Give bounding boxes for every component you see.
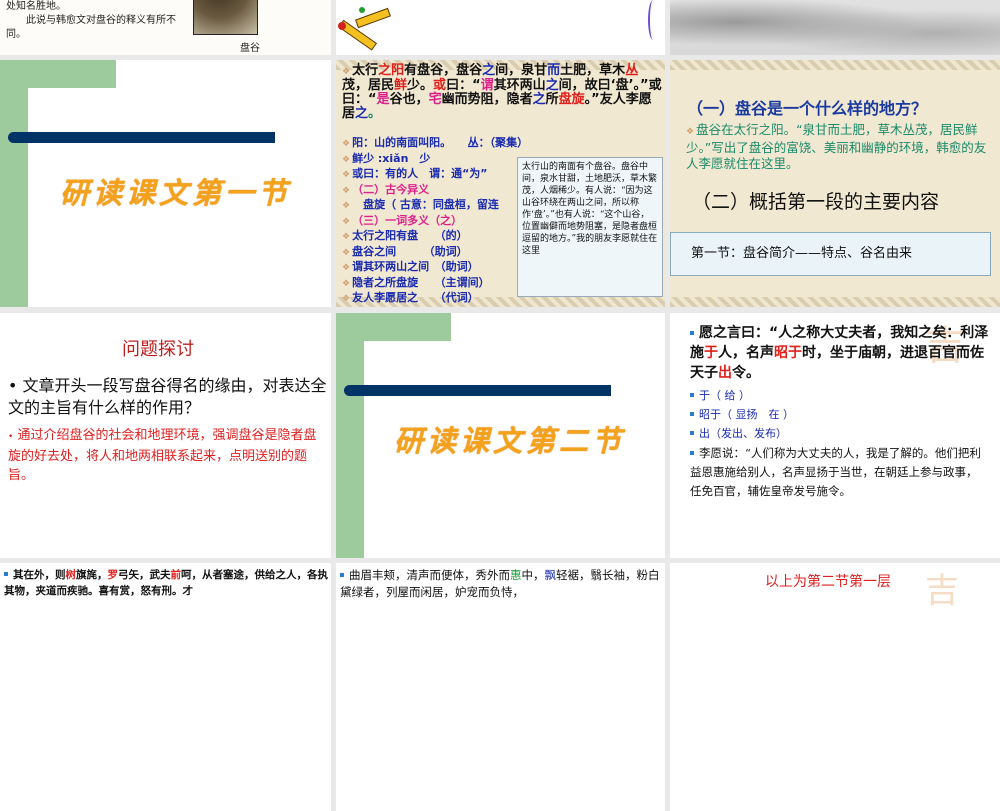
image-caption: 盘谷 <box>240 43 260 54</box>
note-item: 昭于（ 显扬 在 ） <box>699 408 794 421</box>
slide-thumbnail-1[interactable]: 处知名胜地。 此说与韩愈文对盘谷的释义有所不同。 盘谷 <box>0 0 331 55</box>
question-2: （二）概括第一段的主要内容 <box>692 191 940 213</box>
note-item: 出（发出、发布） <box>699 427 787 440</box>
slide-thumbnail-7[interactable]: 问题探讨 • 文章开头一段写盘谷得名的缘由，对表达全文的主旨有什么样的作用？ •… <box>0 313 331 558</box>
slide-thumbnail-2[interactable] <box>336 0 665 55</box>
slide-title: 问题探讨 <box>122 339 194 360</box>
slide-thumbnail-11[interactable]: 曲眉丰颊，清声而便体，秀外而惠中，飘轻裾，翳长袖，粉白黛绿者，列屋而闲居，妒宠而… <box>336 563 665 811</box>
summary-box: 第一节：盘谷简介——特点、谷名由来 <box>670 232 991 276</box>
question-text: 文章开头一段写盘谷得名的缘由，对表达全文的主旨有什么样的作用？ <box>8 376 327 417</box>
misty-landscape-image <box>670 0 1000 55</box>
question-1: （一）盘谷是一个什么样的地方？ <box>687 99 928 118</box>
slide-title: 以上为第二节第一层 <box>765 574 891 590</box>
crayons-icon <box>336 0 396 55</box>
slide-thumbnail-6[interactable]: （一）盘谷是一个什么样的地方？ ❖ 盘谷在太行之阳。“泉甘而土肥，草木丛茂，居民鲜… <box>670 60 1000 307</box>
answer-text: 通过介绍盘谷的社会和地理环境，强调盘谷是隐者盘旋的好去处，将人和地两相联系起来，… <box>8 428 317 483</box>
notes-list: ❖ 阳：山的南面叫阳。 丛：（聚集） ❖ 鲜少 :xiǎn 少 ❖ 或曰：有的人 谓：… <box>342 136 529 304</box>
slide-thumbnail-3[interactable] <box>670 0 1000 55</box>
slide-thumbnail-10[interactable]: 其在外，则树旗旄，罗弓矢，武夫前呵，从者塞途，供给之人，各执其物，夹道而疾驰。喜… <box>0 563 331 811</box>
slide-thumbnail-9[interactable]: 吉 愿之言曰：“人之称大丈夫者，我知之矣：利泽施于人，名声昭于时，坐于庙朝，进退… <box>670 313 1000 558</box>
passage: 曲眉丰颊，清声而便体，秀外而惠中，飘轻裾，翳长袖，粉白黛绿者，列屋而闲居，妒宠而… <box>340 568 660 599</box>
quote: 愿之言曰：“人之称大丈夫者，我知之矣：利泽施于人，名声昭于时，坐于庙朝，进退百官… <box>690 325 989 381</box>
slide1-line: 此说与韩愈文对盘谷的释义有所不同。 <box>6 15 176 40</box>
translation-popup: 太行山的南面有个盘谷。盘谷中间，泉水甘甜，土地肥沃，草木繁茂，人烟稀少。有人说：… <box>517 157 663 297</box>
seal-decoration: 吉 <box>925 571 959 611</box>
slide-title: 研读课文第一节 <box>60 176 292 210</box>
translation: 李愿说：“人们称为大丈夫的人，我是了解的。他们把利益恩惠施给别人，名声显扬于当世… <box>690 446 981 498</box>
slide-title: 研读课文第二节 <box>394 424 626 458</box>
squiggle-decoration <box>648 0 658 40</box>
slide-thumbnail-4[interactable]: 研读课文第一节 <box>0 60 331 307</box>
note-item: 于（ 给 ） <box>699 389 750 402</box>
passage: 其在外，则树旗旄，罗弓矢，武夫前呵，从者塞途，供给之人，各执其物，夹道而疾驰。喜… <box>4 569 328 597</box>
slide1-line: 处知名胜地。 <box>6 1 66 12</box>
valley-painting <box>193 0 258 35</box>
slide-thumbnail-12[interactable]: 吉 以上为第二节第一层 <box>670 563 1000 811</box>
slide-thumbnail-8[interactable]: 研读课文第二节 <box>336 313 665 558</box>
slide-thumbnail-5[interactable]: ❖ 太行之阳有盘谷，盘谷之间，泉甘而土肥，草木丛茂，居民鲜少。或曰：“谓其环两山之… <box>336 60 665 307</box>
passage: ❖ 太行之阳有盘谷，盘谷之间，泉甘而土肥，草木丛茂，居民鲜少。或曰：“谓其环两山之… <box>342 63 662 121</box>
answer-1: 盘谷在太行之阳。“泉甘而土肥，草木丛茂，居民鲜少。”写出了盘谷的富饶、美丽和幽静… <box>686 122 987 171</box>
